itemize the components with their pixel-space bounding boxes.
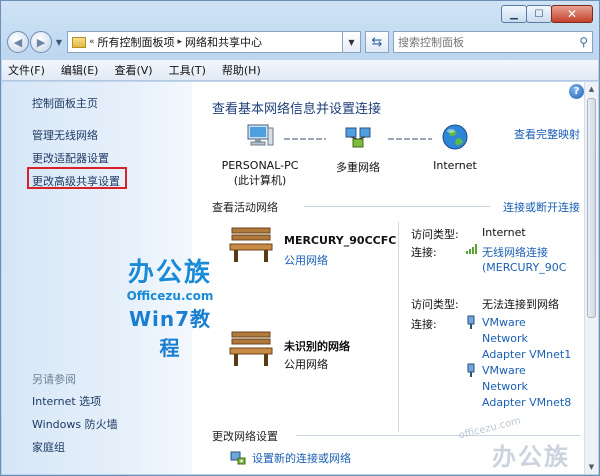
menu-help[interactable]: 帮助(H) xyxy=(222,62,261,78)
breadcrumb-control-panel[interactable]: 所有控制面板项 xyxy=(98,34,175,50)
highlight-box xyxy=(27,167,127,189)
section-divider xyxy=(296,435,580,436)
vmnet8-link[interactable]: Adapter VMnet8 xyxy=(482,396,571,409)
vmnet8-link[interactable]: VMware xyxy=(482,364,526,377)
node-this-computer[interactable]: PERSONAL-PC (此计算机) xyxy=(218,122,302,188)
node-label-multi: 多重网络 xyxy=(336,161,380,174)
menu-tools[interactable]: 工具(T) xyxy=(169,62,206,78)
scroll-up-icon[interactable]: ▲ xyxy=(585,82,598,96)
ethernet-icon xyxy=(467,363,475,377)
recent-pages-dropdown[interactable]: ▼ xyxy=(53,38,65,47)
globe-icon xyxy=(442,124,468,150)
node-sublabel-pc: (此计算机) xyxy=(233,174,287,187)
access-type-label: 访问类型: xyxy=(411,298,459,311)
forward-arrow-icon: ▶ xyxy=(36,35,46,49)
vmnet1-link[interactable]: Network xyxy=(482,332,528,345)
refresh-button[interactable]: ⇆ xyxy=(365,31,389,53)
sidebar-control-panel-home[interactable]: 控制面板主页 xyxy=(32,95,98,111)
network-name: 未识别的网络 xyxy=(284,340,350,353)
menu-bar: 文件(F) 编辑(E) 查看(V) 工具(T) 帮助(H) xyxy=(2,59,598,81)
connection-label: 连接: xyxy=(411,246,437,259)
ethernet-icon xyxy=(467,315,475,329)
vmnet1-link[interactable]: VMware xyxy=(482,316,526,329)
folder-icon xyxy=(72,36,86,48)
setup-new-connection-link[interactable]: 设置新的连接或网络 xyxy=(252,450,351,466)
vmnet8-link[interactable]: Network xyxy=(482,380,528,393)
change-settings-title: 更改网络设置 xyxy=(212,430,278,443)
new-connection-icon xyxy=(230,451,246,465)
active-networks-title: 查看活动网络 xyxy=(212,201,278,214)
access-type-value: 无法连接到网络 xyxy=(482,298,559,311)
menu-file[interactable]: 文件(F) xyxy=(8,62,45,78)
breadcrumb-overflow[interactable]: « xyxy=(89,37,95,47)
forward-button[interactable]: ▶ xyxy=(30,31,52,53)
vertical-divider xyxy=(398,222,399,432)
window-frame: ▁ ☐ ✕ ◀ ▶ ▼ « 所有控制面板项 ▸ 网络和共享中心 ▼ ⇆ ⚲ 文件… xyxy=(0,0,600,476)
sidebar-windows-firewall[interactable]: Windows 防火墙 xyxy=(32,416,118,432)
vmnet1-link[interactable]: Adapter VMnet1 xyxy=(482,348,571,361)
connection-line-1 xyxy=(284,138,326,140)
scrollbar-thumb[interactable] xyxy=(587,98,596,318)
address-bar[interactable]: « 所有控制面板项 ▸ 网络和共享中心 xyxy=(67,31,343,53)
watermark-logo: 办公族 xyxy=(492,443,570,471)
minimize-button[interactable]: ▁ xyxy=(501,5,527,23)
maximize-icon: ☐ xyxy=(534,8,544,20)
node-multiple-networks[interactable]: 多重网络 xyxy=(322,122,394,175)
minimize-icon: ▁ xyxy=(510,8,518,20)
bench-icon xyxy=(229,227,273,262)
network-type-link[interactable]: 公用网络 xyxy=(284,252,328,268)
menu-view[interactable]: 查看(V) xyxy=(114,62,152,78)
section-divider xyxy=(304,206,490,207)
wifi-signal-icon xyxy=(466,244,477,254)
search-input[interactable] xyxy=(398,35,580,49)
close-icon: ✕ xyxy=(566,7,578,21)
search-icon[interactable]: ⚲ xyxy=(579,35,588,49)
connection-label: 连接: xyxy=(411,318,437,331)
bench-icon xyxy=(229,331,273,366)
menu-edit[interactable]: 编辑(E) xyxy=(61,62,99,78)
access-type-value: Internet xyxy=(482,226,526,239)
back-arrow-icon: ◀ xyxy=(13,35,23,49)
breadcrumb-separator-icon[interactable]: ▸ xyxy=(178,37,183,47)
address-dropdown-button[interactable]: ▼ xyxy=(343,31,361,53)
network-icon xyxy=(345,127,371,148)
refresh-icon: ⇆ xyxy=(371,34,383,50)
node-label-internet: Internet xyxy=(433,159,477,172)
node-label-pc: PERSONAL-PC xyxy=(221,159,299,172)
connect-disconnect-link[interactable]: 连接或断开连接 xyxy=(503,199,580,215)
back-button[interactable]: ◀ xyxy=(7,31,29,53)
access-type-label: 访问类型: xyxy=(411,228,459,241)
vertical-scrollbar[interactable]: ▲ ▼ xyxy=(584,82,598,474)
see-also-title: 另请参阅 xyxy=(32,373,76,386)
search-box[interactable]: ⚲ xyxy=(393,31,593,53)
sidebar-internet-options[interactable]: Internet 选项 xyxy=(32,393,101,409)
sidebar-adapter-settings[interactable]: 更改适配器设置 xyxy=(32,150,109,166)
wireless-connection-link[interactable]: 无线网络连接 xyxy=(482,244,548,260)
navigation-bar: ◀ ▶ ▼ « 所有控制面板项 ▸ 网络和共享中心 ▼ ⇆ ⚲ xyxy=(7,29,593,55)
help-icon[interactable]: ? xyxy=(569,84,584,99)
network-type-label: 公用网络 xyxy=(284,358,328,371)
sidebar-manage-wireless[interactable]: 管理无线网络 xyxy=(32,127,98,143)
computer-icon xyxy=(247,124,274,146)
sidebar-homegroup[interactable]: 家庭组 xyxy=(32,439,65,455)
page-title: 查看基本网络信息并设置连接 xyxy=(212,102,382,117)
wireless-connection-ssid[interactable]: (MERCURY_90C xyxy=(482,261,566,274)
content-area: 控制面板主页 管理无线网络 更改适配器设置 更改高级共享设置 另请参阅 Inte… xyxy=(2,82,598,474)
node-internet[interactable]: Internet xyxy=(420,122,490,172)
scroll-down-icon[interactable]: ▼ xyxy=(585,460,598,474)
close-button[interactable]: ✕ xyxy=(551,5,593,23)
network-name: MERCURY_90CCFC xyxy=(284,234,397,247)
breadcrumb-network-center[interactable]: 网络和共享中心 xyxy=(185,34,262,50)
maximize-button[interactable]: ☐ xyxy=(526,5,552,23)
caption-buttons: ▁ ☐ ✕ xyxy=(501,5,593,23)
main-pane: ? 查看基本网络信息并设置连接 查看完整映射 PERSONAL-PC (此计算机… xyxy=(192,82,584,474)
view-full-map-link[interactable]: 查看完整映射 xyxy=(514,126,580,142)
